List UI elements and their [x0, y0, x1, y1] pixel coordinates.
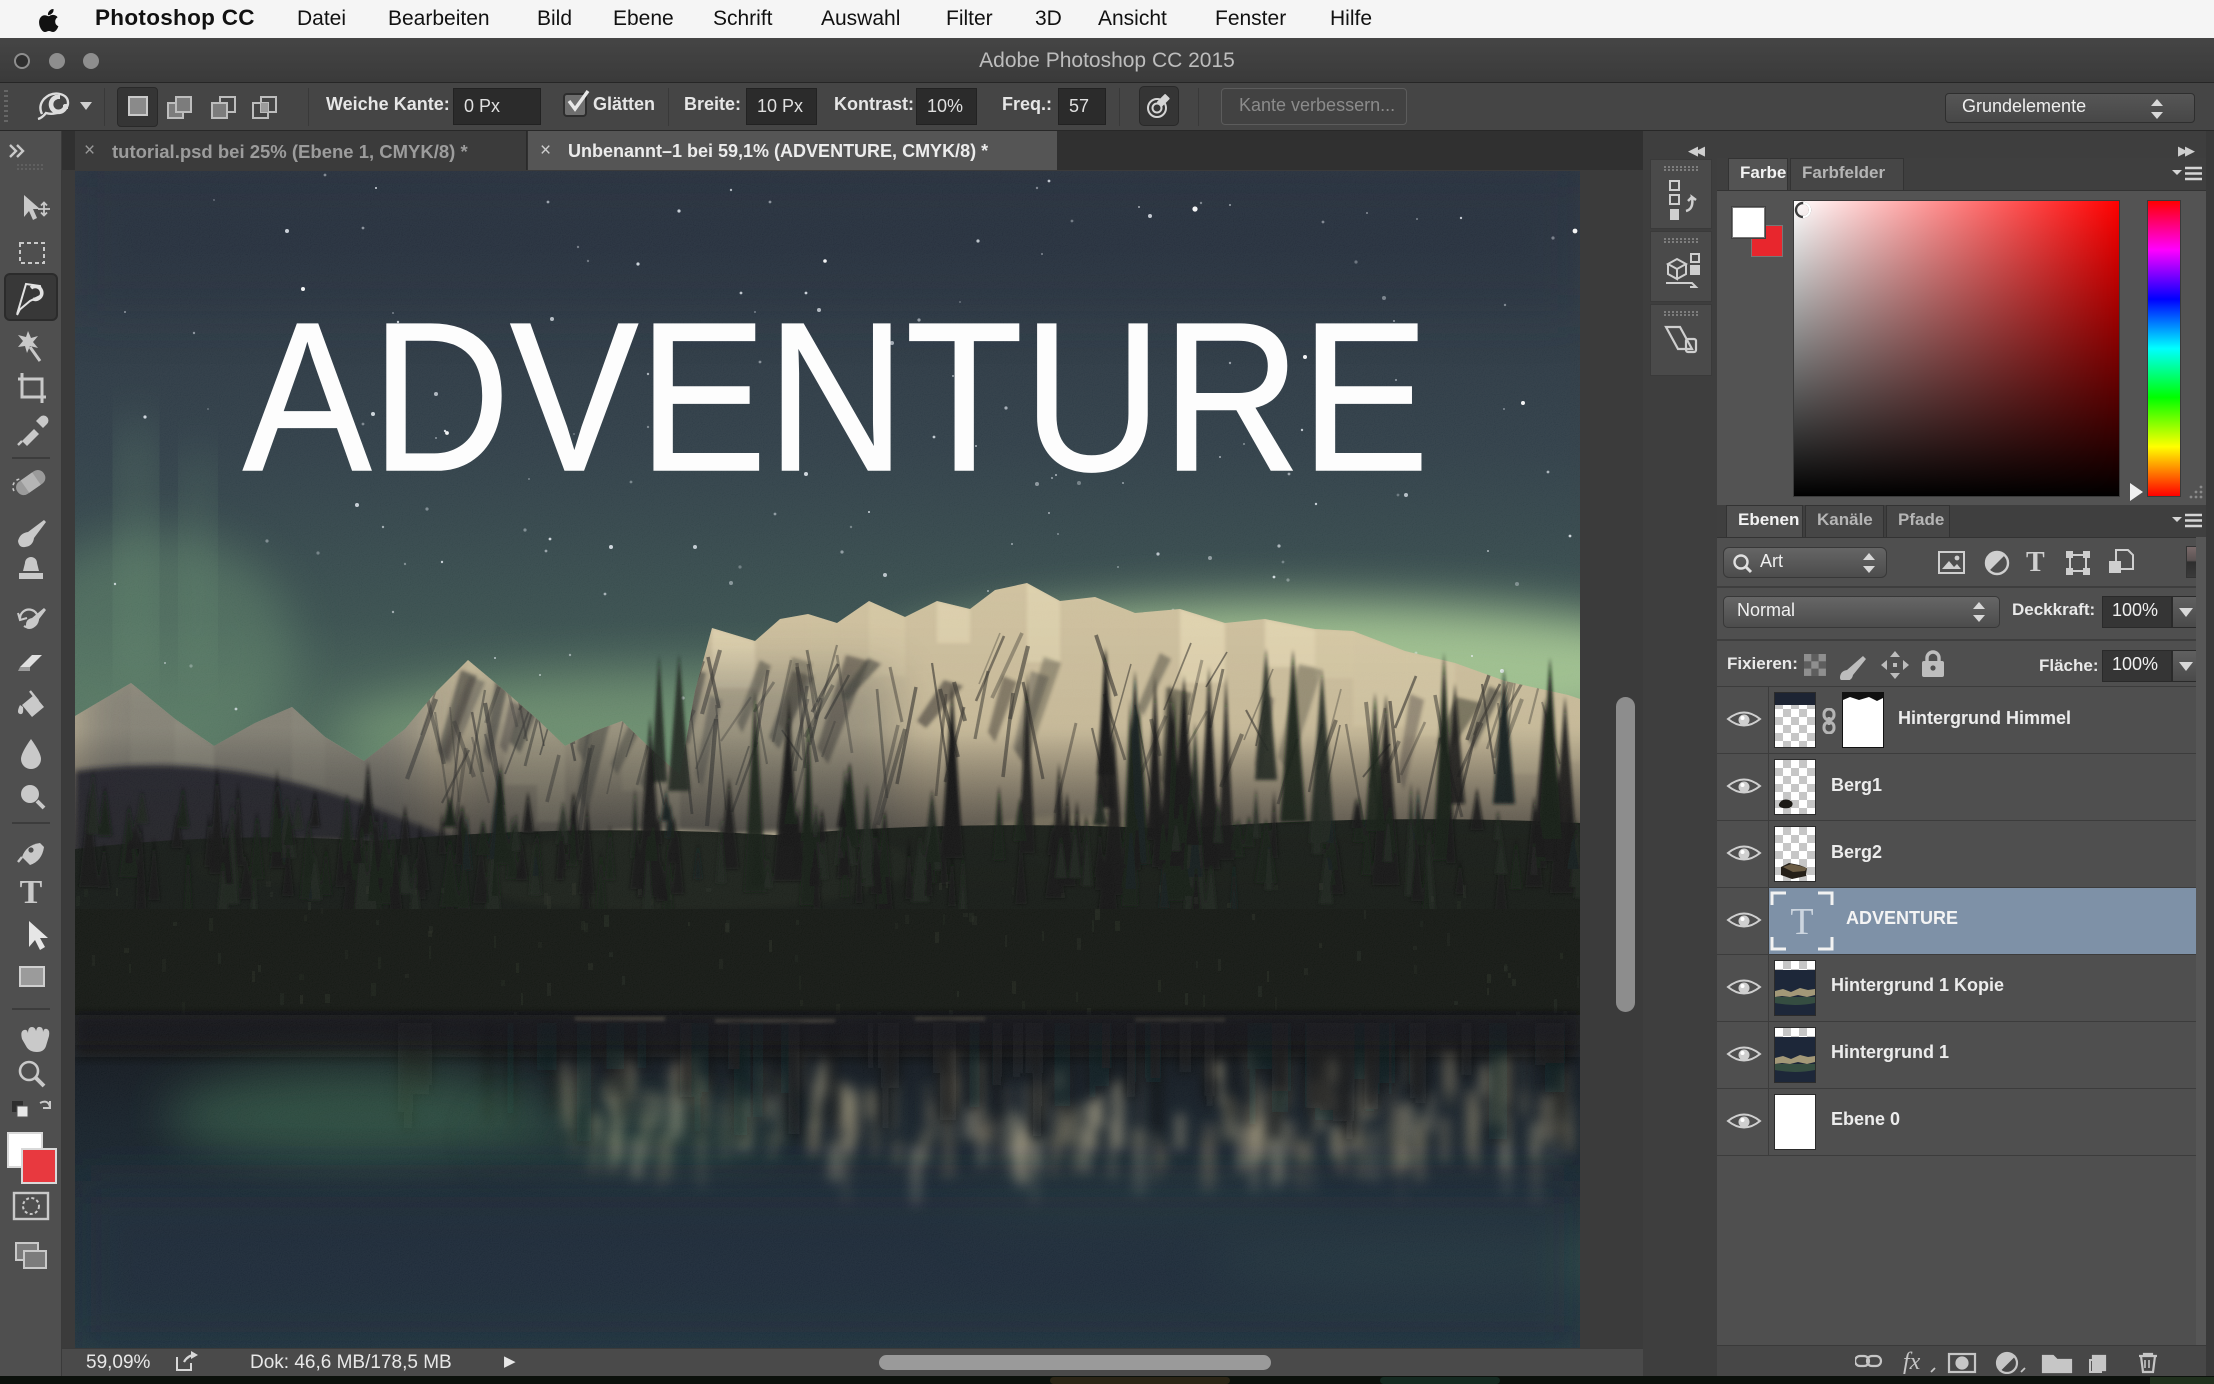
svg-text:T: T — [20, 874, 43, 911]
svg-text:fx: fx — [1903, 1350, 1921, 1374]
svg-text:T: T — [1790, 901, 1813, 943]
